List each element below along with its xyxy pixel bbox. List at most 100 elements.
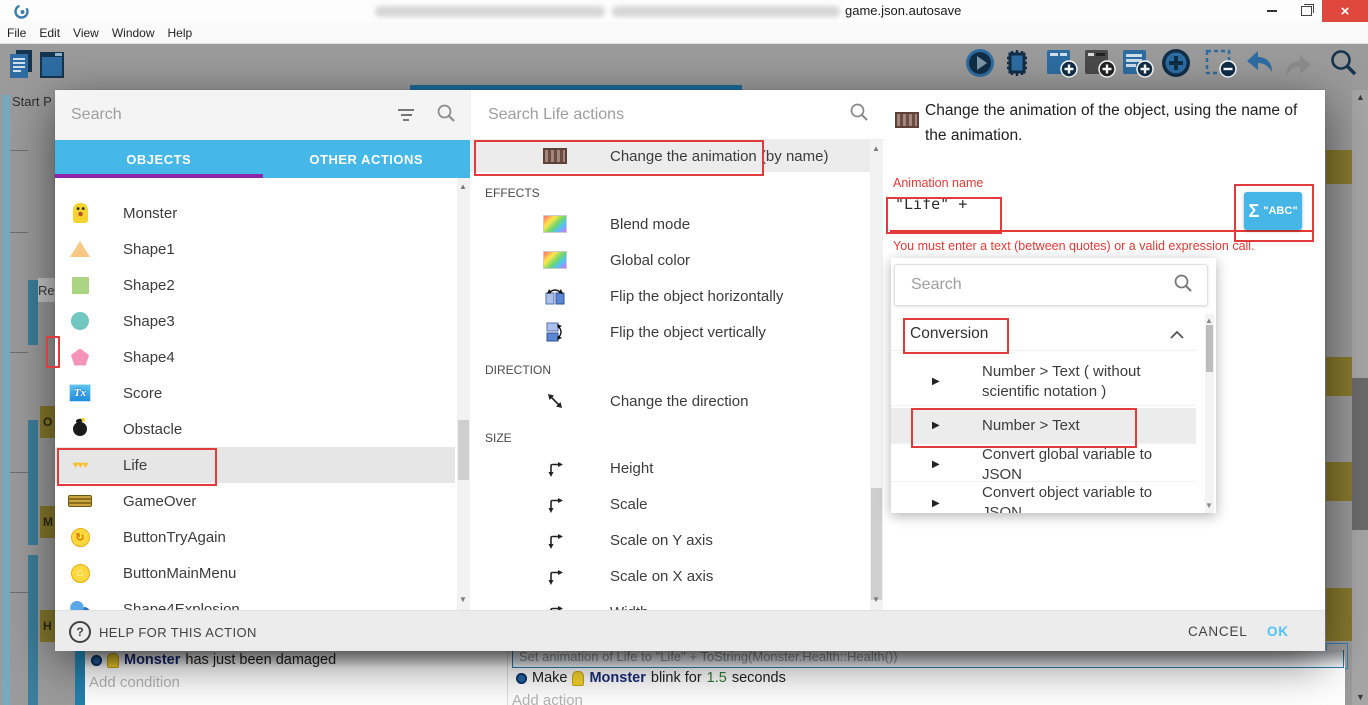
project-manager-icon[interactable] xyxy=(8,48,34,85)
events-scrollbar-thumb[interactable] xyxy=(1352,378,1368,530)
redo-icon[interactable] xyxy=(1281,48,1315,85)
object-row-buttonmainmenu[interactable]: ⌂ButtonMainMenu xyxy=(55,555,455,591)
start-page-tab[interactable]: Start P xyxy=(12,94,52,109)
menu-window[interactable]: Window xyxy=(112,26,155,40)
action-row-blend-mode[interactable]: Blend mode xyxy=(470,206,872,242)
explosion-icon xyxy=(70,601,90,610)
object-row-shape2[interactable]: Shape2 xyxy=(55,267,455,303)
scene-editor-icon[interactable] xyxy=(38,48,66,85)
window-title: game.json.autosave xyxy=(845,3,961,18)
square-icon xyxy=(72,277,89,294)
expand-arrow-icon[interactable]: ▶ xyxy=(932,498,940,509)
scroll-down-icon[interactable]: ▼ xyxy=(872,595,880,604)
expr-item-number-text-nosci[interactable]: ▶ Number > Text ( without scientific not… xyxy=(891,358,1196,406)
action-row-scale-x[interactable]: Scale on X axis xyxy=(470,558,872,594)
object-row-buttontryagain[interactable]: ↻ButtonTryAgain xyxy=(55,519,455,555)
size-arrow-icon xyxy=(542,603,568,611)
object-row-shape4[interactable]: Shape4 xyxy=(55,339,455,375)
triangle-icon xyxy=(70,241,90,257)
menu-file[interactable]: File xyxy=(7,26,26,40)
scroll-down-icon[interactable]: ▼ xyxy=(1205,501,1213,510)
expression-builder-button[interactable]: Σ "ABC" xyxy=(1244,192,1302,230)
object-row-score[interactable]: TxScore xyxy=(55,375,455,411)
expr-item-number-text[interactable]: ▶ Number > Text xyxy=(891,408,1196,444)
cancel-button[interactable]: CANCEL xyxy=(1188,624,1248,639)
chevron-up-icon[interactable] xyxy=(1170,326,1184,344)
action-row[interactable]: Make Monster blink for 1.5 seconds xyxy=(516,670,786,686)
scroll-up-icon[interactable]: ▲ xyxy=(1205,316,1213,325)
add-circle-icon[interactable] xyxy=(1160,48,1192,85)
add-comment-icon[interactable] xyxy=(1122,48,1156,85)
action-row-width[interactable]: Width xyxy=(470,594,872,610)
scroll-down-icon[interactable]: ▼ xyxy=(459,595,467,604)
animation-name-input[interactable] xyxy=(893,194,1227,214)
expr-item-object-json[interactable]: ▶ Convert object variable to JSON xyxy=(891,486,1196,513)
section-header-direction: DIRECTION xyxy=(470,350,872,383)
object-row-shape3[interactable]: Shape3 xyxy=(55,303,455,339)
object-row-monster[interactable]: Monster xyxy=(55,195,455,231)
instruction-editor-dialog: OBJECTS OTHER ACTIONS Monster Shape1 Sha… xyxy=(55,90,1325,650)
menu-view[interactable]: View xyxy=(73,26,99,40)
delete-selection-icon[interactable] xyxy=(1205,48,1239,85)
tab-other-actions[interactable]: OTHER ACTIONS xyxy=(263,140,471,178)
add-subevent-icon[interactable] xyxy=(1084,48,1118,85)
close-button[interactable]: × xyxy=(1322,0,1368,22)
action-row-flip-horizontal[interactable]: Flip the object horizontally xyxy=(470,278,872,314)
dropdown-scrollbar-thumb[interactable] xyxy=(1206,325,1213,372)
object-row-shape1[interactable]: Shape1 xyxy=(55,231,455,267)
object-row-obstacle[interactable]: Obstacle xyxy=(55,411,455,447)
expression-search-input[interactable] xyxy=(909,275,1173,295)
scroll-up-icon[interactable]: ▲ xyxy=(1356,92,1365,102)
objects-scrollbar-thumb[interactable] xyxy=(458,420,469,480)
expand-arrow-icon[interactable]: ▶ xyxy=(932,459,940,470)
expand-arrow-icon[interactable]: ▶ xyxy=(932,420,940,431)
home-button-icon: ⌂ xyxy=(71,564,90,583)
ok-button[interactable]: OK xyxy=(1267,624,1289,639)
help-icon[interactable]: ? xyxy=(69,621,91,643)
expression-search-box xyxy=(894,264,1208,306)
minimize-button[interactable] xyxy=(1256,0,1288,22)
action-row-global-color[interactable]: Global color xyxy=(470,242,872,278)
action-row-scale[interactable]: Scale xyxy=(470,486,872,522)
menu-help[interactable]: Help xyxy=(168,26,193,40)
undo-icon[interactable] xyxy=(1243,48,1277,85)
field-label: Animation name xyxy=(893,176,983,190)
size-arrow-icon xyxy=(542,459,568,478)
action-row-flip-vertical[interactable]: Flip the object vertically xyxy=(470,314,872,350)
scroll-up-icon[interactable]: ▲ xyxy=(872,144,880,153)
section-header-effects: EFFECTS xyxy=(470,172,872,206)
action-row-change-animation[interactable]: Change the animation (by name) xyxy=(470,140,872,172)
expand-arrow-icon[interactable]: ▶ xyxy=(932,376,940,387)
add-event-icon[interactable] xyxy=(1046,48,1080,85)
restore-button[interactable] xyxy=(1290,0,1322,22)
search-toolbar-icon[interactable] xyxy=(1328,48,1358,83)
object-row-life[interactable]: ♥♥♥Life xyxy=(55,447,455,483)
action-row-scale-y[interactable]: Scale on Y axis xyxy=(470,522,872,558)
actions-scrollbar-thumb[interactable] xyxy=(871,488,882,600)
comment-fragment: Re xyxy=(38,278,56,302)
circle-icon xyxy=(71,312,89,330)
expr-item-global-json[interactable]: ▶ Convert global variable to JSON xyxy=(891,448,1196,482)
hearts-icon: ♥♥♥ xyxy=(73,460,88,471)
menu-edit[interactable]: Edit xyxy=(39,26,60,40)
monster-object-icon xyxy=(572,671,584,686)
play-icon[interactable] xyxy=(965,48,995,83)
category-conversion[interactable]: Conversion xyxy=(891,318,1196,351)
object-row-shape4explosion[interactable]: Shape4Explosion xyxy=(55,591,455,610)
object-row-gameover[interactable]: GameOver xyxy=(55,483,455,519)
filter-icon[interactable] xyxy=(398,109,414,121)
scroll-down-icon[interactable]: ▼ xyxy=(1356,692,1365,702)
add-condition-link[interactable]: Add condition xyxy=(89,674,180,691)
objects-search-input[interactable] xyxy=(69,105,398,125)
actions-search-input[interactable] xyxy=(486,105,849,125)
event-connector xyxy=(10,352,28,353)
action-row-change-direction[interactable]: Change the direction xyxy=(470,383,872,419)
add-action-link[interactable]: Add action xyxy=(512,692,583,705)
action-row-height[interactable]: Height xyxy=(470,450,872,486)
field-error-underline xyxy=(890,230,1313,232)
tab-objects[interactable]: OBJECTS xyxy=(55,140,263,178)
scroll-up-icon[interactable]: ▲ xyxy=(459,182,467,191)
objects-scrollbar[interactable] xyxy=(457,178,470,610)
help-link[interactable]: HELP FOR THIS ACTION xyxy=(99,625,257,640)
debug-icon[interactable] xyxy=(1001,48,1033,83)
